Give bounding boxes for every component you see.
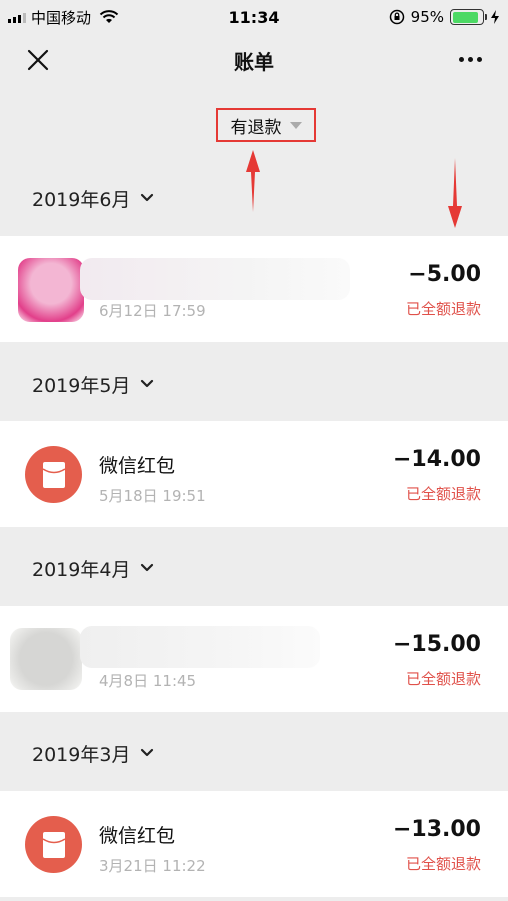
- transaction-amount: −13.00: [392, 817, 481, 842]
- transaction-name: 微信红包: [99, 455, 176, 477]
- battery-icon: [450, 9, 487, 25]
- page-title: 账单: [234, 49, 274, 74]
- transaction-amount: −14.00: [392, 447, 481, 472]
- transaction-time: 3月21日 11:22: [99, 857, 206, 875]
- charging-icon: [491, 10, 499, 24]
- month-label: 2019年6月: [32, 188, 131, 211]
- more-dots-icon[interactable]: [459, 57, 482, 62]
- wifi-icon: [99, 10, 119, 23]
- transaction-row[interactable]: 4月8日 11:45 −15.00 已全额退款: [0, 606, 508, 712]
- carrier-label: 中国移动: [31, 8, 92, 27]
- transaction-row[interactable]: 微信红包 5月18日 19:51 −14.00 已全额退款: [0, 421, 508, 527]
- refund-status: 已全额退款: [405, 855, 481, 873]
- close-icon[interactable]: [26, 48, 50, 72]
- month-header-june[interactable]: 2019年6月: [0, 160, 508, 236]
- month-label: 2019年4月: [32, 558, 131, 581]
- month-header-may[interactable]: 2019年5月: [0, 346, 508, 422]
- chevron-down-icon: [141, 563, 154, 572]
- transaction-name: 微信红包: [99, 825, 176, 847]
- chevron-down-icon: [141, 193, 154, 202]
- rotation-lock-icon: [389, 9, 404, 25]
- transaction-time: 6月12日 17:59: [99, 302, 206, 320]
- month-label: 2019年5月: [32, 374, 131, 397]
- transaction-time: 4月8日 11:45: [99, 672, 197, 690]
- transaction-time: 5月18日 19:51: [99, 487, 206, 505]
- chevron-down-icon: [141, 748, 154, 757]
- transaction-amount: −5.00: [408, 262, 481, 287]
- signal-icon: [8, 11, 26, 23]
- filter-dropdown[interactable]: 有退款: [216, 108, 316, 142]
- blurred-name: [80, 258, 350, 300]
- month-header-april[interactable]: 2019年4月: [0, 530, 508, 606]
- filter-label: 有退款: [230, 117, 282, 138]
- month-header-march[interactable]: 2019年3月: [0, 715, 508, 791]
- blurred-avatar: [18, 258, 84, 322]
- caret-down-icon: [289, 121, 302, 129]
- month-label: 2019年3月: [32, 743, 131, 766]
- refund-status: 已全额退款: [405, 300, 481, 318]
- nav-bar: 账单: [0, 34, 508, 86]
- chevron-down-icon: [141, 379, 154, 388]
- status-bar: 中国移动 11:34 95%: [0, 0, 508, 34]
- transaction-amount: −15.00: [392, 632, 481, 657]
- blurred-avatar: [10, 628, 82, 690]
- refund-status: 已全额退款: [405, 670, 481, 688]
- refund-status: 已全额退款: [405, 485, 481, 503]
- red-packet-icon: [25, 446, 82, 503]
- battery-percent: 95%: [410, 8, 444, 26]
- red-packet-icon: [25, 816, 82, 873]
- blurred-name: [80, 626, 320, 668]
- status-time: 11:34: [228, 7, 280, 27]
- transaction-row[interactable]: 6月12日 17:59 −5.00 已全额退款: [0, 236, 508, 342]
- transaction-row[interactable]: 微信红包 3月21日 11:22 −13.00 已全额退款: [0, 791, 508, 897]
